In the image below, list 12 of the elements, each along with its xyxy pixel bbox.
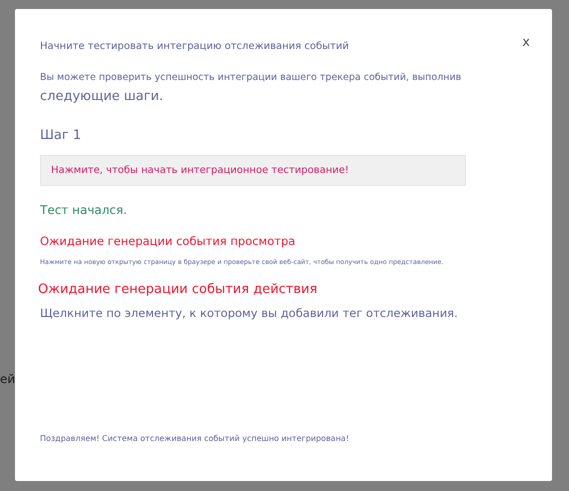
intro-text-continuation: следующие шаги. — [40, 89, 164, 104]
start-test-button[interactable]: Нажмите, чтобы начать интеграционное тестирование! — [40, 155, 466, 186]
close-button[interactable]: x — [520, 35, 532, 50]
modal-title: Начните тестировать интеграцию отслеживания событий — [40, 41, 350, 52]
action-event-hint: Щелкните по элементу, к которому вы добавили тег отслеживания. — [40, 306, 459, 320]
status-message: Тест начался. — [40, 203, 128, 217]
background-text: ей — [0, 372, 16, 386]
step-heading: Шаг 1 — [40, 128, 82, 143]
success-message: Поздравляем! Система отслеживания событий успешно интегрирована! — [40, 434, 350, 443]
view-event-heading: Ожидание генерации события просмотра — [40, 234, 296, 248]
intro-text: Вы можете проверить успешность интеграции вашего трекера событий, выполнив — [40, 72, 462, 83]
action-event-heading: Ожидание генерации события действия — [38, 282, 318, 297]
